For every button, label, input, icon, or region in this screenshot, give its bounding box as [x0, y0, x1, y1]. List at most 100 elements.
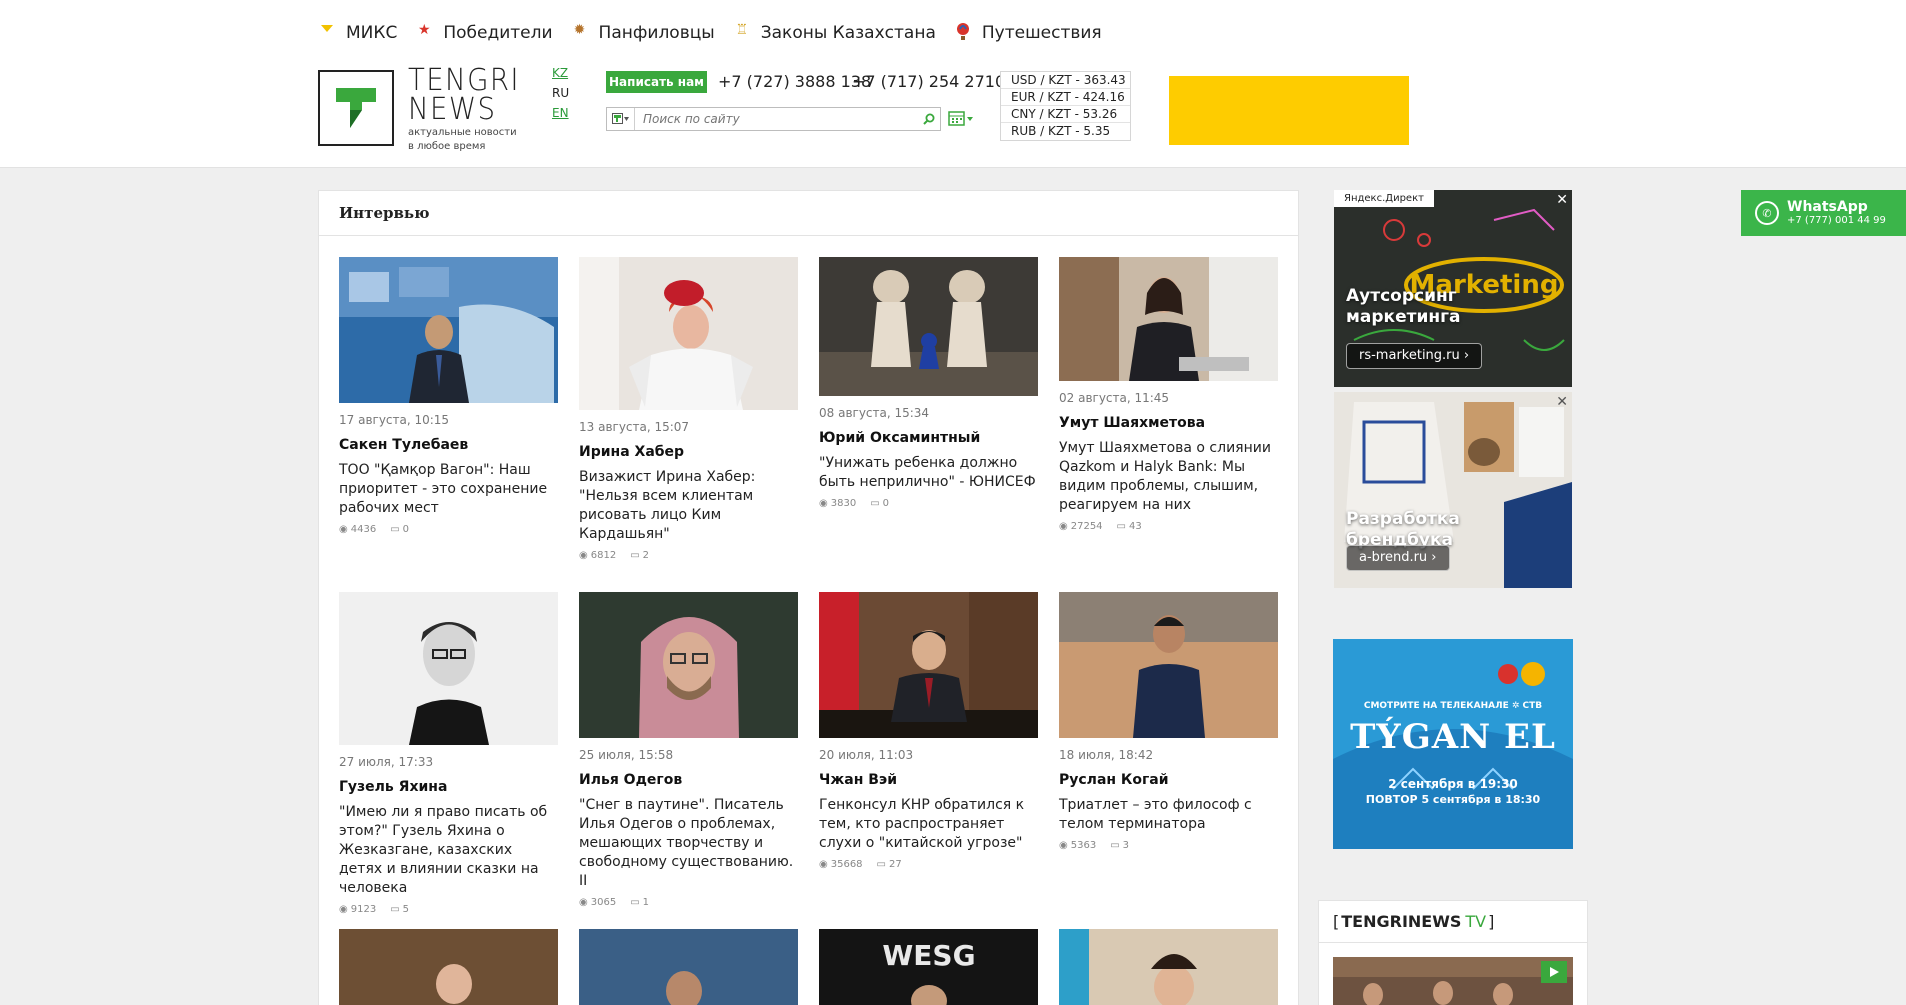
ad-link[interactable]: rs-marketing.ru › — [1346, 343, 1483, 369]
article-date: 27 июля, 17:33 — [339, 755, 434, 769]
article-headline[interactable]: "Имею ли я право писать об этом?" Гузель… — [339, 803, 558, 898]
lang-kz[interactable]: KZ — [552, 66, 569, 80]
article-photo[interactable] — [579, 929, 798, 1005]
article-photo[interactable] — [1059, 592, 1278, 738]
article-person[interactable]: Чжан Вэй — [819, 772, 1038, 788]
brand-wordmark[interactable]: TENGRI NEWS актуальные новости в любое в… — [408, 63, 530, 153]
article-card[interactable]: 02 августа, 11:45 Умут Шаяхметова Умут Ш… — [1059, 257, 1278, 532]
article-person[interactable]: Сакен Тулебаев — [339, 437, 558, 453]
article-card[interactable]: 17 августа, 10:15 Сакен Тулебаев ТОО "Қа… — [339, 257, 558, 535]
comment-icon: ▭ — [870, 498, 880, 509]
phone-almaty[interactable]: +7 (727) 3888 138 — [718, 72, 871, 91]
search-scope-dropdown[interactable] — [607, 108, 635, 130]
article-photo[interactable] — [339, 592, 558, 745]
tv-video-thumb[interactable] — [1333, 957, 1573, 1005]
views-count: ◉ 5363 — [1059, 840, 1096, 851]
article-person[interactable]: Руслан Когай — [1059, 772, 1278, 788]
article-stats: ◉ 3065 ▭ 1 — [579, 897, 798, 908]
article-card[interactable] — [579, 929, 798, 1005]
tengrinews-logo[interactable] — [318, 70, 394, 146]
ad-title[interactable]: Аутсорсинг маркетинга — [1346, 286, 1572, 328]
nav-item-mix[interactable]: МИКС — [318, 23, 397, 43]
article-person[interactable]: Илья Одегов — [579, 772, 798, 788]
calendar-icon[interactable] — [948, 109, 974, 129]
article-headline[interactable]: Умут Шаяхметова о слиянии Qazkom и Halyk… — [1059, 439, 1278, 515]
ad-link[interactable]: a-brend.ru › — [1346, 545, 1450, 571]
search-input[interactable] — [635, 112, 918, 126]
article-stats: ◉ 9123 ▭ 5 — [339, 904, 558, 915]
article-photo[interactable] — [339, 257, 558, 403]
write-us-button[interactable]: Написать нам — [606, 71, 707, 93]
article-person[interactable]: Умут Шаяхметова — [1059, 415, 1278, 431]
play-icon[interactable] — [1541, 961, 1567, 983]
nav-label: МИКС — [346, 23, 398, 43]
article-card[interactable]: 13 августа, 15:07 Ирина Хабер Визажист И… — [579, 257, 798, 561]
close-icon[interactable]: ✕ — [1556, 394, 1568, 410]
article-photo[interactable] — [819, 257, 1038, 396]
search-icon[interactable] — [918, 113, 940, 125]
article-stats: ◉ 27254 ▭ 43 — [1059, 521, 1278, 532]
nav-item-travel[interactable]: Путешествия — [954, 23, 1102, 43]
search-box — [606, 107, 941, 131]
article-photo[interactable] — [819, 592, 1038, 738]
article-card[interactable]: 20 июля, 11:03 Чжан Вэй Генконсул КНР об… — [819, 592, 1038, 870]
article-person[interactable]: Юрий Оксаминтный — [819, 430, 1038, 446]
comment-icon: ▭ — [630, 897, 640, 908]
svg-text:WESG: WESG — [882, 939, 975, 972]
lang-ru[interactable]: RU — [552, 86, 569, 100]
article-headline[interactable]: ТОО "Қамқор Вагон": Наш приоритет - это … — [339, 461, 558, 518]
article-photo[interactable] — [339, 929, 558, 1005]
language-switcher: KZ RU EN — [552, 66, 569, 120]
top-nav: МИКС ★ Победители ✹ Панфиловцы ♖ Законы … — [318, 14, 1120, 52]
article-headline[interactable]: Триатлет – это философ с телом терминато… — [1059, 796, 1278, 834]
nav-item-panfilovtsy[interactable]: ✹ Панфиловцы — [571, 23, 715, 43]
article-photo[interactable]: WESG — [819, 929, 1038, 1005]
star-icon: ★ — [418, 22, 431, 38]
article-card[interactable] — [339, 929, 558, 1005]
rate-rub: RUB / KZT - 5.35 — [1011, 124, 1111, 138]
comments-value: 3 — [1122, 840, 1130, 851]
article-stats: ◉ 4436 ▭ 0 — [339, 524, 558, 535]
rate-eur: EUR / KZT - 424.16 — [1001, 89, 1130, 106]
article-photo[interactable] — [1059, 257, 1278, 381]
article-card[interactable]: WESG — [819, 929, 1038, 1005]
rate-cny: CNY / KZT - 53.26 — [1001, 106, 1130, 123]
views-count: ◉ 35668 — [819, 859, 863, 870]
lang-en[interactable]: EN — [552, 106, 569, 120]
comments-value: 1 — [642, 897, 650, 908]
currency-rates: USD / KZT - 363.43 EUR / KZT - 424.16 CN… — [1000, 71, 1131, 141]
eye-icon: ◉ — [579, 897, 588, 908]
close-icon[interactable]: ✕ — [1556, 192, 1568, 208]
ad-marketing[interactable]: Marketing Яндекс.Директ ✕ Аутсорсинг мар… — [1334, 190, 1572, 387]
brand-line-1: TENGRI — [408, 63, 520, 98]
yandex-direct-tag[interactable]: Яндекс.Директ — [1334, 190, 1434, 207]
article-headline[interactable]: "Снег в паутине". Писатель Илья Одегов о… — [579, 796, 798, 891]
tv-bracket-left: [ — [1333, 912, 1340, 931]
article-headline[interactable]: Генконсул КНР обратился к тем, кто распр… — [819, 796, 1038, 853]
comments-count: ▭ 0 — [390, 524, 409, 535]
phone-astana[interactable]: +7 (717) 254 2710 — [852, 72, 1005, 91]
article-card[interactable]: 27 июля, 17:33 Гузель Яхина "Имею ли я п… — [339, 592, 558, 915]
whatsapp-contact-button[interactable]: ✆ WhatsApp +7 (777) 001 44 99 — [1741, 190, 1906, 236]
article-card[interactable] — [1059, 929, 1278, 1005]
whatsapp-number: +7 (777) 001 44 99 — [1787, 215, 1886, 226]
article-card[interactable]: 08 августа, 15:34 Юрий Оксаминтный "Униж… — [819, 257, 1038, 509]
article-photo[interactable] — [579, 592, 798, 738]
tv-suffix: TV — [1465, 912, 1487, 931]
article-headline[interactable]: Визажист Ирина Хабер: "Нельзя всем клиен… — [579, 468, 798, 544]
comments-value: 5 — [402, 904, 410, 915]
article-photo[interactable] — [1059, 929, 1278, 1005]
nav-item-laws[interactable]: ♖ Законы Казахстана — [733, 23, 935, 43]
article-person[interactable]: Гузель Яхина — [339, 779, 558, 795]
article-card[interactable]: 18 июля, 18:42 Руслан Когай Триатлет – э… — [1059, 592, 1278, 851]
article-photo[interactable] — [579, 257, 798, 410]
tv-widget-header[interactable]: [ TENGRINEWS TV ] — [1319, 901, 1587, 943]
article-person[interactable]: Ирина Хабер — [579, 444, 798, 460]
ad-brandbook[interactable]: ✕ Разработка брендбука a-brend.ru › — [1334, 392, 1572, 588]
article-headline[interactable]: "Унижать ребенка должно быть неприлично"… — [819, 454, 1038, 492]
nav-item-winners[interactable]: ★ Победители — [415, 22, 553, 43]
header-banner[interactable] — [1169, 76, 1409, 145]
article-card[interactable]: 25 июля, 15:58 Илья Одегов "Снег в паути… — [579, 592, 798, 908]
comments-count: ▭ 1 — [630, 897, 649, 908]
ad-tugan-el[interactable]: СМОТРИТЕ НА ТЕЛЕКАНАЛЕ ✲ СТВ TÝGAN EL 2 … — [1333, 639, 1573, 849]
